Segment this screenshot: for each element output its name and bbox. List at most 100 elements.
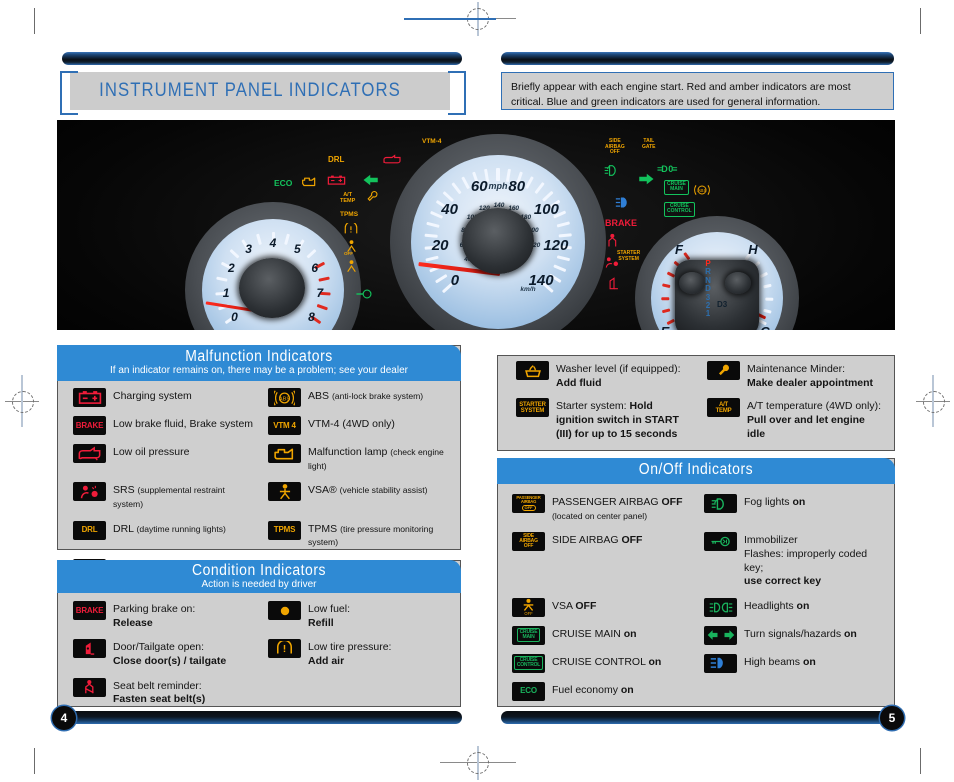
at-temp-telltale: A/T TEMP [340,192,356,205]
fog-lights-icon [704,494,737,513]
list-item: STARTER SYSTEM Starter system: Hold igniti… [516,398,693,441]
vsa-telltale [347,260,356,273]
list-item-label: SIDE AIRBAG OFF [552,534,643,547]
list-item-label: TPMS (tire pressure monitoring system) [308,522,434,548]
headlights-icon [704,597,737,617]
high-beams-telltale [615,197,627,208]
malfunction-header: Malfunction Indicators If an indicator r… [57,345,461,381]
gauge-number: 4 [269,235,277,250]
top-bar-left [62,52,462,65]
abs-telltale: ABS [694,185,710,195]
cruise-control-icon: CRUISE CONTROL [512,653,545,673]
condition-list: BRAKE Parking brake on: Release Low fuel: Re… [73,601,449,707]
battery-telltale [327,175,346,185]
speedometer-hub [462,208,534,274]
vsa-off-icon: OFF [512,597,545,617]
side-airbag-off-icon: SIDE AIRBAG OFF [512,532,545,552]
title-connector-line [404,18,496,20]
high-beams-icon [704,653,737,673]
list-item: Headlights on [704,597,882,617]
list-item: Charging system [73,388,254,407]
list-item: Immobilizer Flashes: improperly coded key… [704,532,882,589]
washer-fluid-icon [516,361,549,380]
list-item: Malfunction lamp (check engine light) [268,444,449,473]
list-item: CRUISE CONTROL CRUISE CONTROL on [512,653,690,673]
temp-hot-label: H [748,242,758,257]
page-title: INSTRUMENT PANEL INDICATORS [99,80,401,101]
list-item-label: VTM-4 (4WD only) [308,418,395,430]
gear-indicator-bezel [675,260,759,330]
malfunction-subtitle: If an indicator remains on, there may be… [110,365,408,376]
parking-brake-icon: BRAKE [73,601,106,620]
svg-text:OFF: OFF [524,612,533,617]
list-item: BRAKE Parking brake on: Release [73,601,254,630]
speedometer-kmh-label: km/h [520,286,536,293]
condition-header: Condition Indicators Action is needed by… [57,560,461,593]
list-item-label: Low brake fluid, Brake system [113,418,254,430]
tpms-telltale: TPMS [340,211,359,218]
list-item-label: CRUISE MAIN on [552,627,637,640]
gauge-number: 20 [431,237,449,255]
crop-mark-br [920,748,921,774]
svg-text:ABS: ABS [697,188,706,193]
list-item-label: A/T temperature (4WD only): Pull over and… [747,400,882,440]
cruise-control-telltale: CRUISE CONTROL [664,202,695,217]
list-item-label: Door/Tailgate open: Close door(s) / tailg… [113,641,227,667]
gauge-number: 3 [245,242,252,257]
list-item: High beams on [704,653,882,673]
fuel-empty-label: E [657,324,673,330]
check-engine-telltale [302,177,316,187]
off-sub-telltale: OFF [344,251,353,256]
temp-cold-label: C [757,324,773,330]
maintenance-wrench-telltale [367,190,378,202]
list-item: ECO Fuel economy on [512,681,690,701]
list-item: Low fuel: Refill [268,601,449,630]
list-item: DRL DRL (daytime running lights) [73,520,254,550]
list-item-label: Maintenance Minder: Make dealer appointme… [747,363,874,389]
turn-signal-icon [704,625,737,645]
gauge-number: 40 [441,200,458,218]
list-item: Fog lights on [704,494,882,523]
immobilizer-telltale [356,289,372,299]
list-item-label: High beams on [744,655,816,668]
gauge-number: 2 [227,260,235,275]
at-temp-icon: A/T TEMP [707,398,740,418]
gauge-number: 0 [450,271,460,289]
seatbelt-telltale [608,233,617,247]
list-item-label: Charging system [113,390,192,402]
gauge-tick [764,297,773,300]
registration-mark-right [916,375,950,427]
vtm4-icon: VTM 4 [268,416,301,435]
onoff-title: On/Off Indicators [638,461,754,478]
service-list: Washer level (if equipped): Add fluid Main… [516,361,884,441]
list-item: ABS ABS (anti-lock brake system) [268,388,449,407]
crop-mark-bl [34,748,35,774]
low-tire-pressure-icon [268,639,301,659]
passenger-airbag-off-icon: PASSENGER AIRBAG OFF [512,494,545,513]
oil-can-icon [73,444,106,463]
list-item-label: Headlights on [744,599,810,612]
list-item-label: Immobilizer Flashes: improperly coded key… [744,534,868,588]
condition-title: Condition Indicators [191,562,327,579]
list-item-label: Malfunction lamp (check engine light) [308,446,444,471]
tpms-icon: TPMS [268,520,301,540]
page-number-left: 4 [52,706,76,730]
instrument-cluster-photo: 012345678 x1000r/min 020406080100120140 … [57,120,895,330]
list-item: Seat belt reminder: Fasten seat belt(s) [73,677,254,707]
door-open-telltale [609,277,618,290]
list-item: Washer level (if equipped): Add fluid [516,361,693,390]
bottom-bar-left [62,711,462,724]
list-item-label: DRL (daytime running lights) [113,522,226,535]
list-item-label: VSA OFF [552,599,597,612]
malfunction-title: Malfunction Indicators [185,348,333,365]
tachometer-hub [239,258,305,318]
title-bracket-right [448,71,466,115]
crop-mark-tr [920,8,921,34]
page-number-right: 5 [880,706,904,730]
seat-belt-icon [73,677,106,697]
right-turn-telltale [639,173,654,185]
registration-mark-bottom [440,746,516,780]
list-item: BRAKE Low brake fluid, Brake system [73,416,254,435]
drl-telltale: DRL [328,155,345,164]
tire-pressure-telltale [344,223,358,234]
